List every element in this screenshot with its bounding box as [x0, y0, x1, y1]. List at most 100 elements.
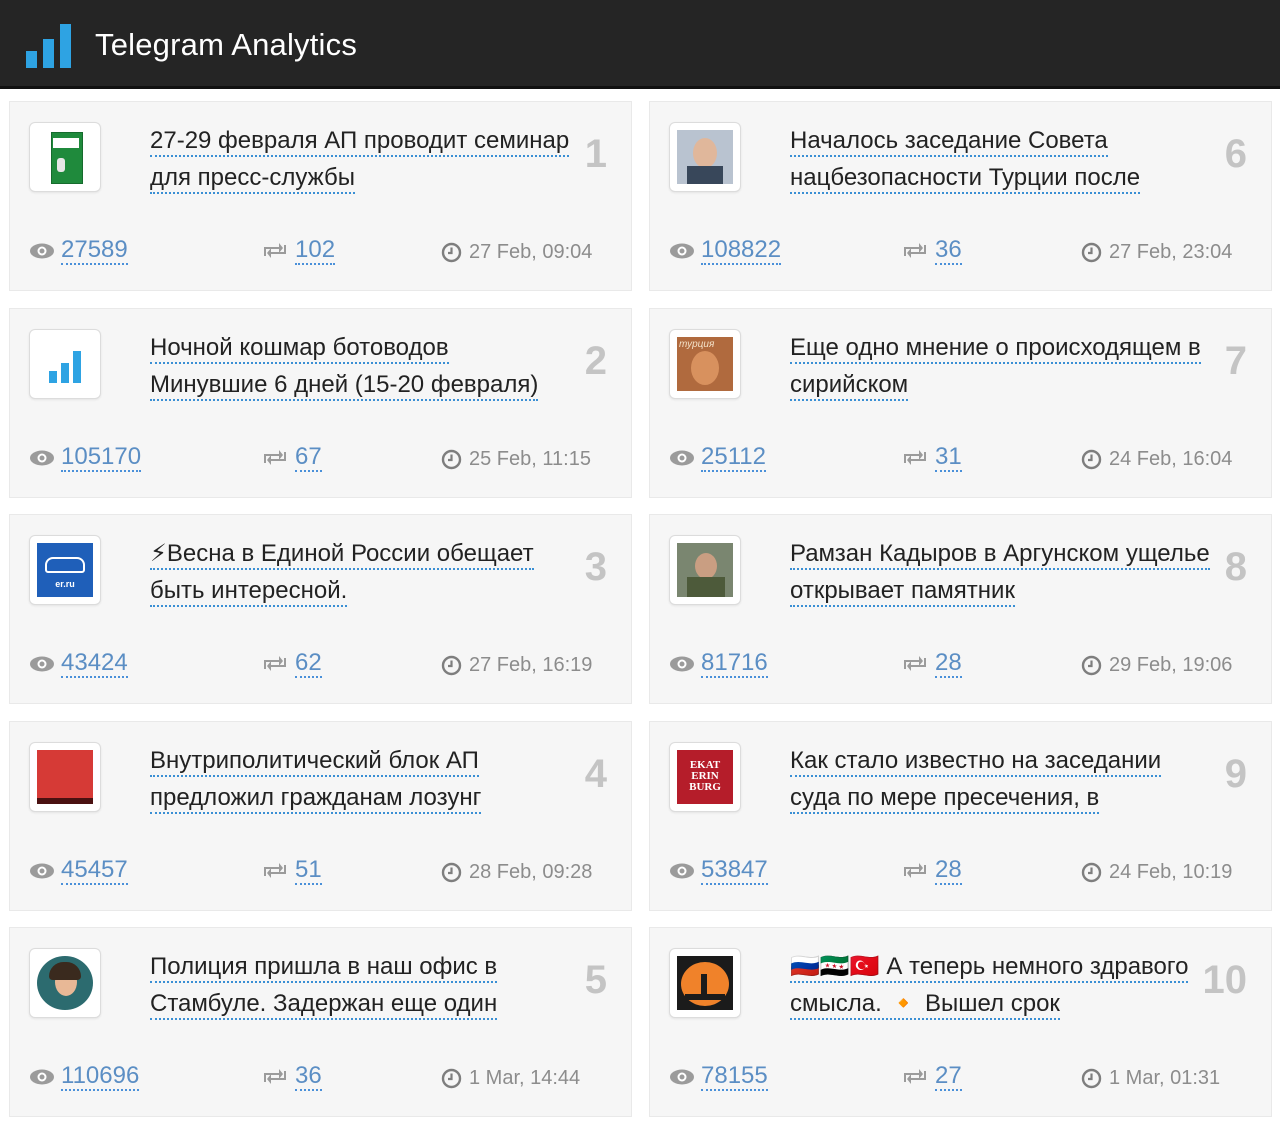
shares-stat[interactable]: 28 — [902, 650, 962, 678]
rank-number: 10 — [1202, 958, 1248, 1002]
app-title[interactable]: Telegram Analytics — [95, 27, 357, 63]
channel-avatar[interactable]: er.ru — [29, 535, 101, 605]
post-card[interactable]: er.ru ⚡Весна в Единой России обещает быть… — [9, 514, 632, 704]
rank-number: 3 — [584, 545, 607, 589]
post-card[interactable]: 27-29 февраля АП проводит семинар для пр… — [9, 101, 632, 291]
views-stat[interactable]: 27589 — [29, 237, 128, 265]
post-title-text: Полиция пришла в наш офис в Стамбуле. За… — [150, 953, 498, 1020]
post-time: 25 Feb, 11:15 — [441, 448, 591, 471]
views-eye-icon — [30, 1069, 54, 1085]
post-time-text: 28 Feb, 09:28 — [469, 860, 593, 883]
clock-icon — [441, 1068, 462, 1089]
post-card[interactable]: Внутриполитический блок АП предложил гра… — [9, 720, 632, 911]
post-card[interactable]: Полиция пришла в наш офис в Стамбуле. За… — [9, 927, 632, 1117]
app-header: Telegram Analytics — [0, 0, 1280, 89]
turkey-thumb-text: турция — [679, 338, 715, 350]
views-stat[interactable]: 45457 — [29, 856, 128, 885]
channel-avatar[interactable] — [669, 948, 741, 1018]
er-ru-logo-text: er.ru — [55, 579, 75, 589]
shares-stat[interactable]: 31 — [902, 442, 962, 472]
views-eye-icon — [670, 243, 694, 259]
post-card[interactable]: Ночной кошмар ботоводов Минувшие 6 дней … — [9, 307, 632, 498]
post-title-text: Внутриполитический блок АП предложил гра… — [150, 746, 482, 814]
shares-count: 67 — [295, 442, 322, 472]
shares-count: 31 — [935, 442, 962, 472]
post-title-link[interactable]: Началось заседание Совета нацбезопасност… — [790, 122, 1210, 196]
clock-icon — [1081, 862, 1102, 882]
post-title-link[interactable]: Ночной кошмар ботоводов Минувшие 6 дней … — [150, 329, 570, 403]
repost-icon — [904, 656, 926, 671]
shares-count: 51 — [295, 855, 322, 885]
shares-count: 28 — [935, 855, 962, 885]
post-time-text: 24 Feb, 10:19 — [1109, 860, 1233, 883]
post-time-text: 1 Mar, 14:44 — [469, 1067, 581, 1089]
clock-icon — [441, 449, 462, 469]
bar-chart-logo-image — [37, 337, 93, 391]
rank-number: 4 — [584, 751, 607, 796]
post-card[interactable]: Рамзан Кадыров в Аргунском ущелье открыв… — [649, 514, 1272, 704]
channel-avatar[interactable] — [669, 122, 741, 192]
views-stat[interactable]: 53847 — [669, 855, 768, 885]
shares-stat[interactable]: 27 — [902, 1063, 962, 1091]
woman-portrait-image — [37, 956, 93, 1010]
views-count: 25112 — [701, 442, 766, 472]
views-stat[interactable]: 105170 — [29, 443, 142, 472]
post-title-link[interactable]: Как стало известно на заседании суда по … — [790, 742, 1210, 816]
post-title-link[interactable]: Еще одно мнение о происходящем в сирийск… — [790, 329, 1210, 403]
channel-avatar[interactable] — [29, 122, 101, 192]
shares-stat[interactable]: 36 — [902, 237, 962, 265]
channel-avatar[interactable]: турция — [669, 328, 741, 399]
views-count: 53847 — [701, 855, 768, 885]
post-title-link[interactable]: Рамзан Кадыров в Аргунском ущелье открыв… — [790, 535, 1210, 609]
post-time: 1 Mar, 14:44 — [441, 1067, 580, 1090]
repost-icon — [904, 1069, 926, 1084]
post-title-text: 🇷🇺🇸🇾🇹🇷 А теперь немного здравого смысла.… — [790, 953, 1189, 1020]
post-title-link[interactable]: 27-29 февраля АП проводит семинар для пр… — [150, 122, 570, 196]
post-title-link[interactable]: 🇷🇺🇸🇾🇹🇷 А теперь немного здравого смысла.… — [790, 948, 1210, 1022]
post-time-text: 27 Feb, 23:04 — [1109, 241, 1233, 263]
shares-stat[interactable]: 51 — [262, 855, 322, 885]
post-title-link[interactable]: Полиция пришла в наш офис в Стамбуле. За… — [150, 948, 570, 1022]
views-stat[interactable]: 110696 — [29, 1062, 140, 1091]
clock-icon — [1081, 1068, 1102, 1089]
post-title-link[interactable]: ⚡Весна в Единой России обещает быть инте… — [150, 535, 570, 609]
post-card[interactable]: турция Еще одно мнение о происходящем в с… — [649, 307, 1272, 498]
shares-stat[interactable]: 62 — [262, 650, 322, 678]
views-stat[interactable]: 81716 — [669, 650, 768, 678]
views-stat[interactable]: 78155 — [669, 1063, 768, 1091]
red-square-image — [37, 749, 93, 804]
post-card[interactable]: Началось заседание Совета нацбезопасност… — [649, 101, 1272, 291]
shares-count: 62 — [295, 649, 322, 678]
channel-avatar[interactable]: EKAT ERIN BURG — [669, 741, 741, 812]
man-portrait-image — [677, 130, 733, 184]
ekaterinburg-logo-image: EKAT ERIN BURG — [677, 749, 733, 804]
views-count: 78155 — [701, 1062, 768, 1091]
bar-chart-icon[interactable] — [26, 24, 72, 68]
post-title-text: ⚡Весна в Единой России обещает быть инте… — [150, 540, 534, 607]
ekaterinburg-logo-text: EKAT ERIN BURG — [689, 758, 721, 793]
views-stat[interactable]: 43424 — [29, 650, 128, 678]
shares-stat[interactable]: 67 — [262, 442, 322, 472]
shares-stat[interactable]: 28 — [902, 855, 962, 885]
views-count: 110696 — [61, 1062, 140, 1091]
channel-avatar[interactable] — [29, 328, 101, 399]
clock-icon — [1081, 655, 1102, 676]
shares-stat[interactable]: 102 — [262, 237, 336, 265]
channel-avatar[interactable] — [29, 948, 101, 1018]
post-time: 27 Feb, 23:04 — [1081, 241, 1232, 264]
post-title-text: Началось заседание Совета нацбезопасност… — [790, 127, 1141, 194]
shares-count: 27 — [935, 1062, 962, 1091]
repost-icon — [264, 656, 286, 671]
views-eye-icon — [670, 863, 694, 878]
channel-avatar[interactable] — [29, 741, 101, 812]
clock-icon — [441, 242, 462, 263]
clock-icon — [441, 655, 462, 676]
post-card[interactable]: 🇷🇺🇸🇾🇹🇷 А теперь немного здравого смысла.… — [649, 927, 1272, 1117]
post-title-link[interactable]: Внутриполитический блок АП предложил гра… — [150, 742, 570, 816]
channel-avatar[interactable] — [669, 535, 741, 605]
shares-stat[interactable]: 36 — [262, 1063, 322, 1091]
post-card[interactable]: EKAT ERIN BURG Как стало известно на засе… — [649, 720, 1272, 911]
views-stat[interactable]: 108822 — [669, 237, 782, 265]
views-stat[interactable]: 25112 — [669, 442, 766, 472]
views-eye-icon — [30, 863, 54, 878]
